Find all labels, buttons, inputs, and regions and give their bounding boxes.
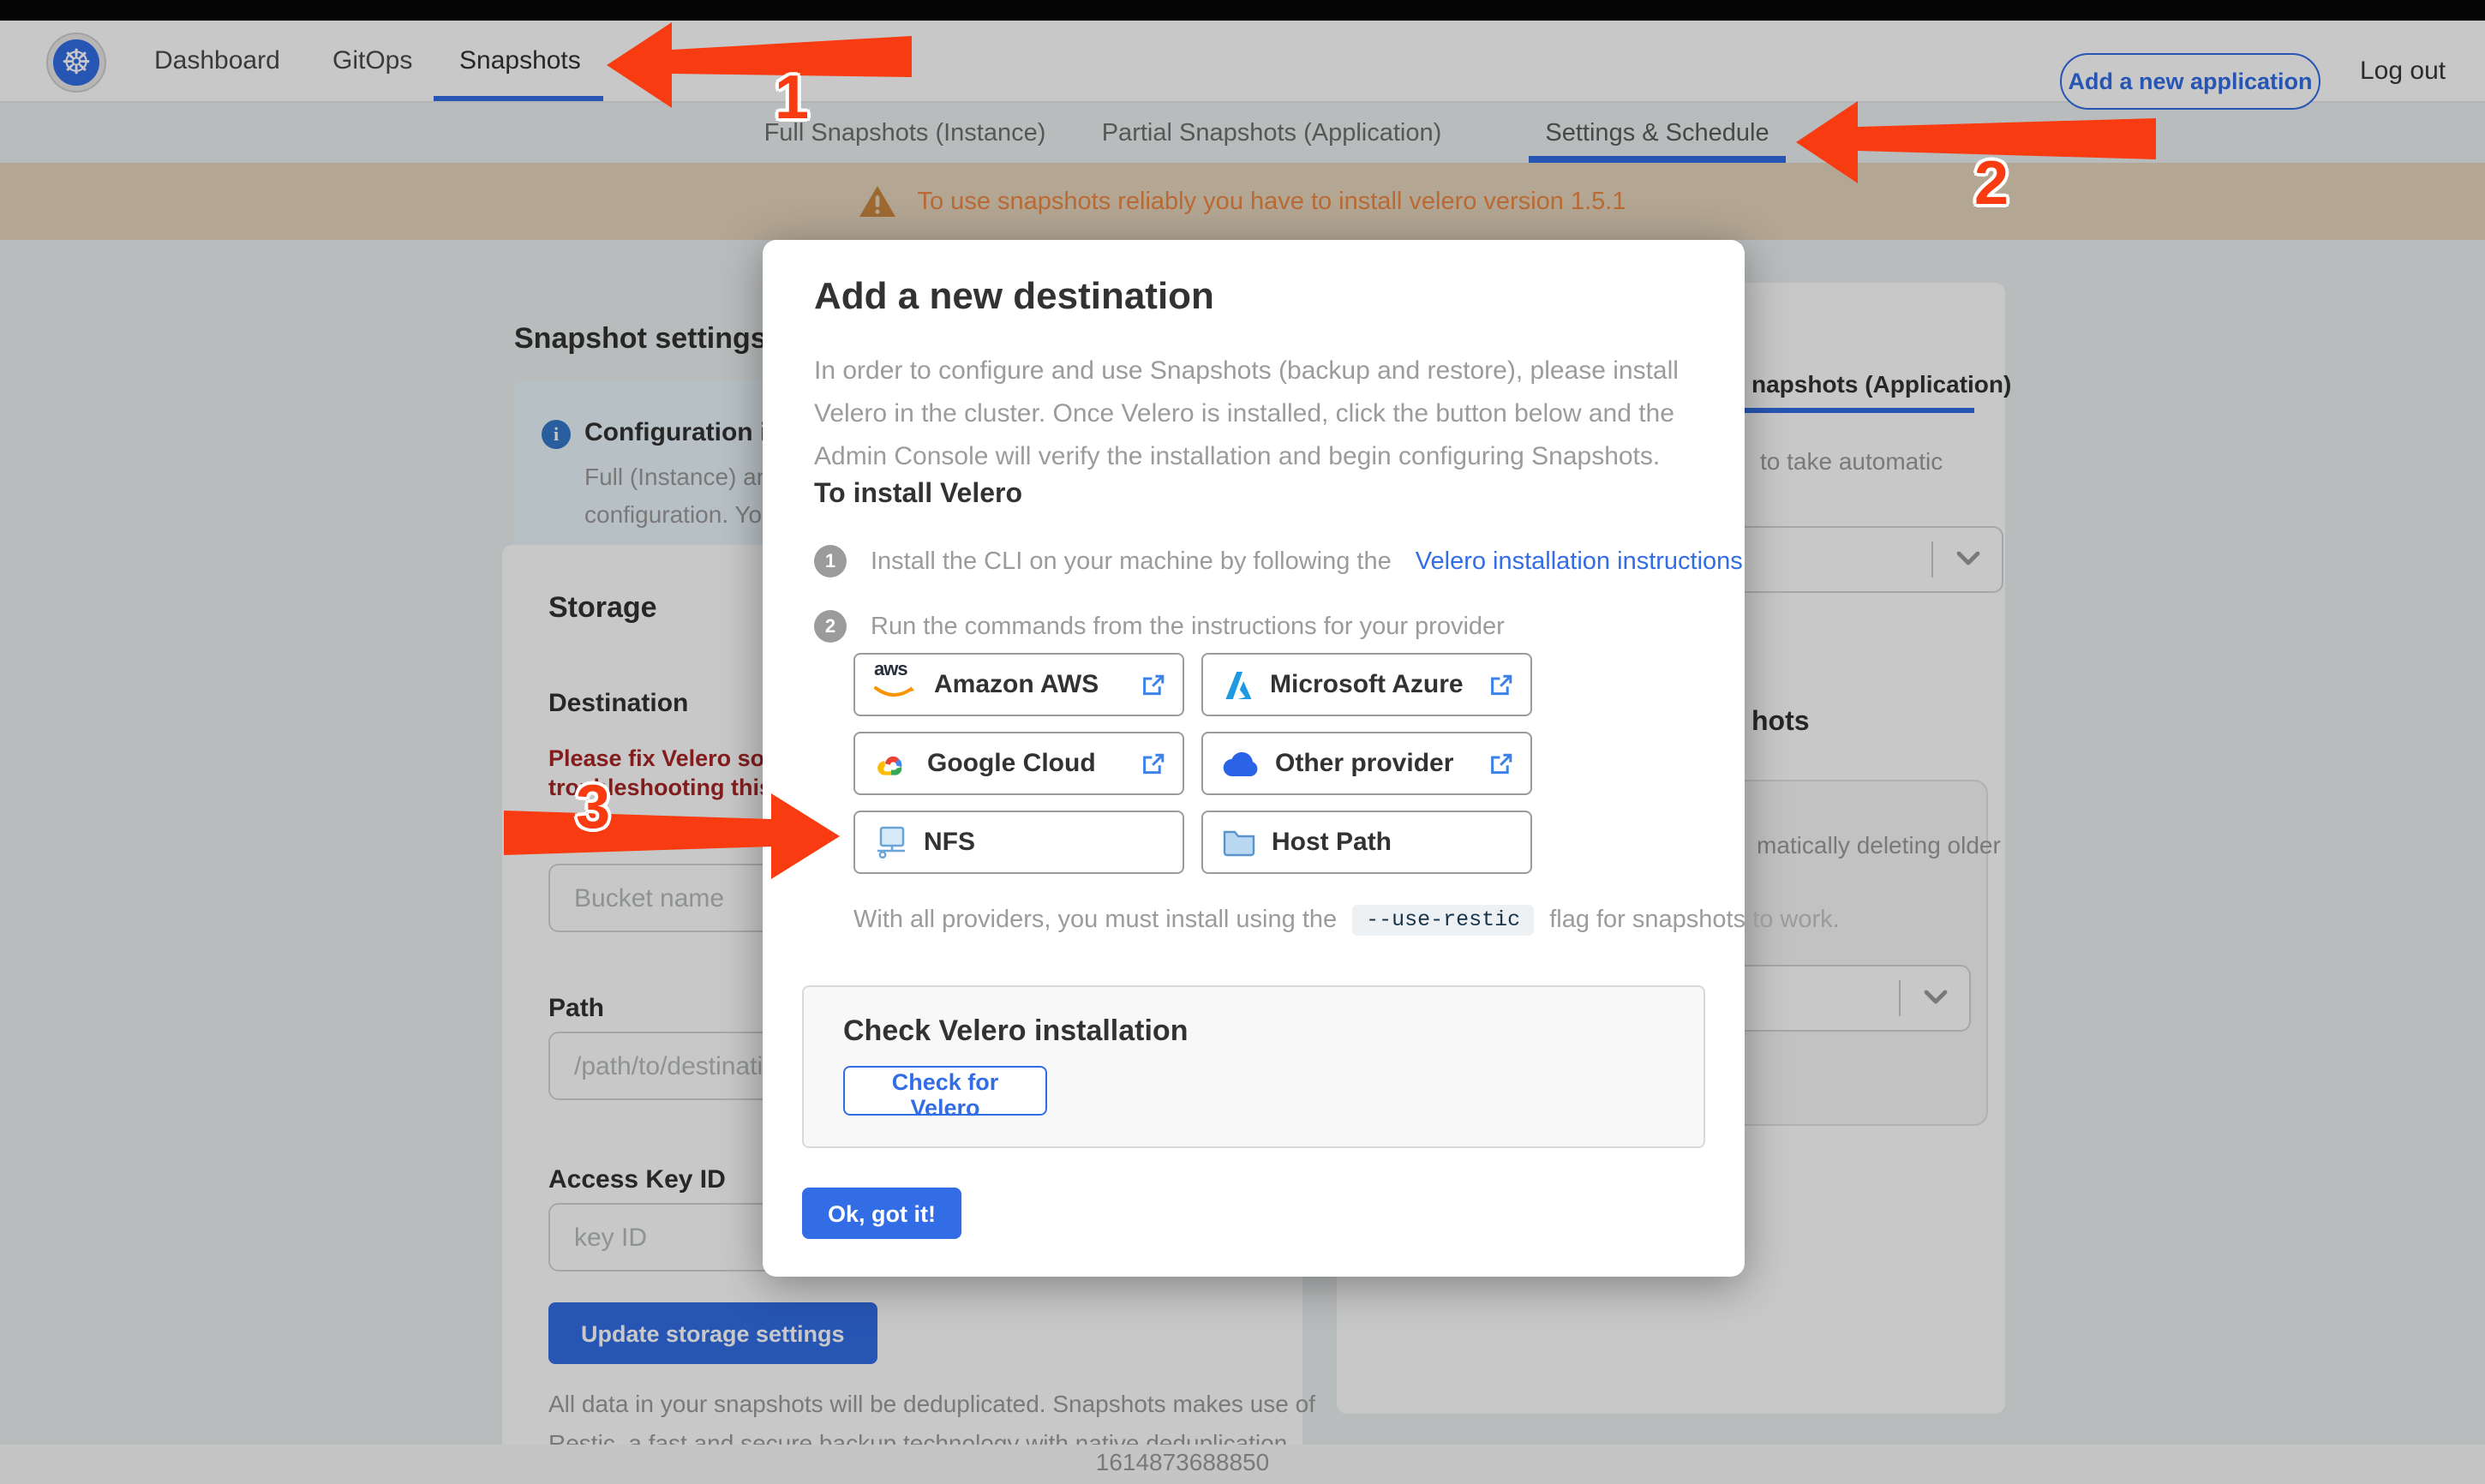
google-cloud-logo-icon (874, 748, 912, 779)
check-for-velero-button[interactable]: Check for Velero (843, 1066, 1047, 1116)
install-step-2: 2 Run the commands from the instructions… (814, 610, 1505, 643)
velero-instructions-link[interactable]: Velero installation instructions (1416, 548, 1743, 575)
aws-logo-icon: aws (874, 662, 919, 707)
annotation-arrow-3 (497, 785, 843, 884)
annotation-number-2: 2 (1974, 147, 2009, 219)
provider-button-other[interactable]: Other provider (1201, 732, 1532, 795)
cloud-icon (1222, 750, 1260, 777)
ok-got-it-button[interactable]: Ok, got it! (802, 1188, 961, 1239)
external-link-icon (1141, 751, 1165, 775)
step-2-badge: 2 (814, 610, 847, 643)
provider-button-google-cloud[interactable]: Google Cloud (853, 732, 1184, 795)
install-step-1: 1 Install the CLI on your machine by fol… (814, 545, 1743, 577)
check-velero-heading: Check Velero installation (843, 1014, 1189, 1049)
annotation-number-1: 1 (775, 62, 809, 134)
check-velero-box: Check Velero installation Check for Vele… (802, 985, 1705, 1148)
folder-icon (1222, 828, 1256, 857)
azure-logo-icon (1222, 669, 1254, 700)
provider-button-host-path[interactable]: Host Path (1201, 811, 1532, 874)
restic-flag-code: --use-restic (1352, 905, 1534, 936)
nfs-icon (874, 826, 908, 859)
annotation-arrow-1 (603, 14, 915, 117)
external-link-icon (1141, 673, 1165, 697)
external-link-icon (1489, 751, 1513, 775)
screen: ☸ Dashboard GitOps Snapshots Add a new a… (0, 0, 2485, 1484)
provider-button-azure[interactable]: Microsoft Azure (1201, 653, 1532, 716)
provider-button-nfs[interactable]: NFS (853, 811, 1184, 874)
provider-button-aws[interactable]: aws Amazon AWS (853, 653, 1184, 716)
modal-title: Add a new destination (814, 274, 1214, 319)
annotation-number-3: 3 (576, 771, 610, 843)
external-link-icon (1489, 673, 1513, 697)
modal-intro: In order to configure and use Snapshots … (814, 350, 1679, 478)
add-destination-modal: Add a new destination In order to config… (763, 240, 1745, 1277)
install-velero-heading: To install Velero (814, 480, 1022, 511)
restic-note: With all providers, you must install usi… (853, 905, 1840, 936)
step-1-badge: 1 (814, 545, 847, 577)
